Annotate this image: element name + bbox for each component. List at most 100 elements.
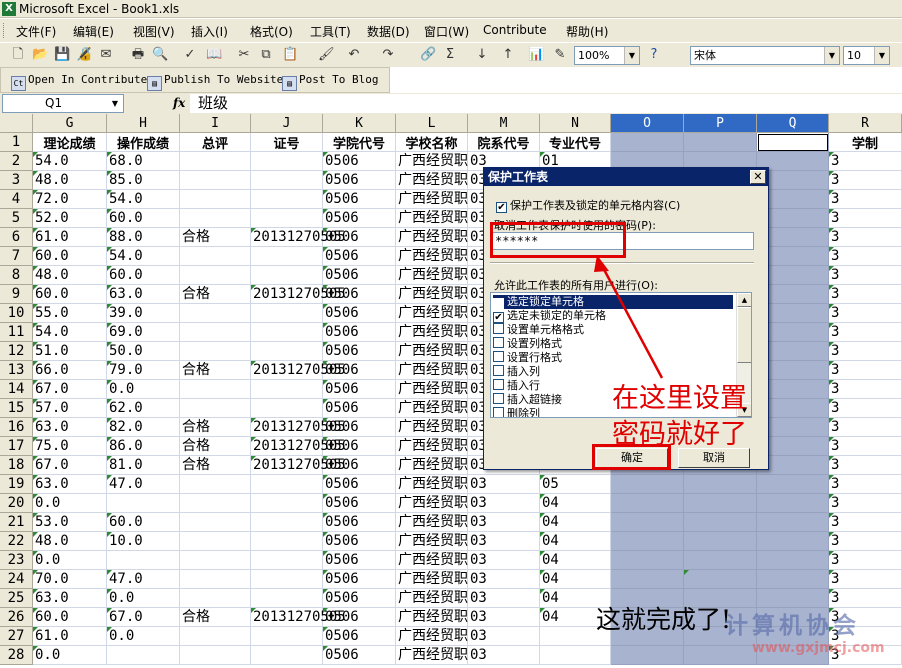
copy-icon[interactable]: ⧉	[258, 47, 274, 63]
table-cell[interactable]: 10.0	[107, 532, 180, 551]
table-cell[interactable]	[251, 209, 323, 228]
table-cell[interactable]: 0506	[323, 494, 396, 513]
column-header-g[interactable]: G	[33, 114, 107, 133]
table-cell[interactable]	[611, 513, 684, 532]
column-title-cell[interactable]	[611, 133, 684, 152]
table-cell[interactable]: 0506	[323, 171, 396, 190]
table-cell[interactable]	[180, 190, 251, 209]
table-cell[interactable]: 0.0	[33, 494, 107, 513]
chart-wizard-icon[interactable]: 📊	[528, 47, 544, 63]
column-header-p[interactable]: P	[684, 114, 757, 133]
table-cell[interactable]	[180, 646, 251, 665]
table-cell[interactable]: 20131270505	[251, 418, 346, 437]
table-cell[interactable]: 0506	[323, 361, 396, 380]
table-cell[interactable]: 广西经贸职	[396, 589, 468, 608]
table-cell[interactable]: 广西经贸职	[396, 342, 468, 361]
table-cell[interactable]	[107, 551, 180, 570]
redo-icon[interactable]: ↷	[380, 47, 396, 63]
table-cell[interactable]	[180, 304, 251, 323]
table-cell[interactable]: 79.0	[107, 361, 180, 380]
table-cell[interactable]: 0506	[323, 418, 396, 437]
table-cell[interactable]: 47.0	[107, 570, 180, 589]
table-cell[interactable]: 20131270505	[251, 228, 346, 247]
scroll-up-icon[interactable]: ▲	[737, 293, 751, 307]
table-cell[interactable]: 20131270505	[251, 437, 346, 456]
row-header[interactable]: 5	[0, 209, 33, 228]
table-cell[interactable]: 广西经贸职	[396, 190, 468, 209]
menu-edit[interactable]: 编辑(E)	[73, 23, 114, 40]
column-title-cell[interactable]	[684, 133, 757, 152]
table-cell[interactable]: 3	[829, 228, 902, 247]
checkbox-checked-icon[interactable]: ✔	[493, 298, 504, 309]
column-header-j[interactable]: J	[251, 114, 323, 133]
table-cell[interactable]	[180, 342, 251, 361]
table-cell[interactable]	[251, 171, 323, 190]
print-preview-icon[interactable]: 🔍	[152, 47, 168, 63]
table-cell[interactable]: 广西经贸职	[396, 418, 468, 437]
table-cell[interactable]	[180, 570, 251, 589]
table-cell[interactable]	[684, 532, 757, 551]
table-cell[interactable]: 04	[540, 513, 611, 532]
table-cell[interactable]	[107, 646, 180, 665]
row-header[interactable]: 19	[0, 475, 33, 494]
permission-item[interactable]: 插入列	[493, 365, 733, 379]
table-cell[interactable]	[180, 266, 251, 285]
table-cell[interactable]: 广西经贸职	[396, 456, 468, 475]
table-cell[interactable]: 0506	[323, 380, 396, 399]
table-cell[interactable]: 合格	[180, 361, 251, 380]
table-cell[interactable]: 03	[468, 494, 540, 513]
table-cell[interactable]: 3	[829, 209, 902, 228]
table-cell[interactable]: 0506	[323, 475, 396, 494]
row-header[interactable]: 1	[0, 133, 33, 152]
table-cell[interactable]: 3	[829, 494, 902, 513]
autosum-icon[interactable]: Σ	[442, 47, 458, 63]
table-cell[interactable]: 60.0	[33, 608, 107, 627]
table-cell[interactable]	[251, 513, 323, 532]
table-cell[interactable]: 61.0	[33, 627, 107, 646]
table-cell[interactable]	[251, 475, 323, 494]
menu-format[interactable]: 格式(O)	[250, 23, 293, 40]
row-header[interactable]: 10	[0, 304, 33, 323]
row-header[interactable]: 8	[0, 266, 33, 285]
column-header-q[interactable]: Q	[757, 114, 829, 133]
checkbox-icon[interactable]	[493, 337, 504, 348]
table-cell[interactable]	[251, 399, 323, 418]
table-cell[interactable]: 广西经贸职	[396, 266, 468, 285]
checkbox-checked-icon[interactable]: ✔	[496, 202, 507, 213]
table-cell[interactable]: 3	[829, 190, 902, 209]
permission-item[interactable]: ✔ 选定未锁定的单元格	[493, 309, 733, 323]
table-cell[interactable]: 48.0	[33, 266, 107, 285]
table-cell[interactable]: 广西经贸职	[396, 494, 468, 513]
open-in-contribute-button[interactable]: Ct Open In Contribute	[11, 73, 147, 91]
table-cell[interactable]: 3	[829, 285, 902, 304]
table-cell[interactable]: 0506	[323, 190, 396, 209]
table-cell[interactable]: 合格	[180, 437, 251, 456]
row-header[interactable]: 6	[0, 228, 33, 247]
permission-item[interactable]: ✔ 选定锁定单元格	[493, 295, 733, 309]
table-cell[interactable]: 3	[829, 399, 902, 418]
column-title-cell[interactable]: 操作成绩	[107, 133, 180, 152]
table-cell[interactable]: 0.0	[33, 646, 107, 665]
table-cell[interactable]: 0506	[323, 646, 396, 665]
table-cell[interactable]	[540, 646, 611, 665]
table-cell[interactable]: 0.0	[107, 589, 180, 608]
close-icon[interactable]: ✕	[750, 170, 766, 184]
table-cell[interactable]: 0.0	[107, 627, 180, 646]
row-header[interactable]: 22	[0, 532, 33, 551]
table-cell[interactable]: 3	[829, 551, 902, 570]
table-cell[interactable]	[251, 266, 323, 285]
spelling-icon[interactable]: ✓	[182, 47, 198, 63]
table-cell[interactable]: 3	[829, 380, 902, 399]
table-cell[interactable]	[251, 570, 323, 589]
table-cell[interactable]: 54.0	[33, 152, 107, 171]
table-cell[interactable]	[180, 171, 251, 190]
checkbox-icon[interactable]	[493, 323, 504, 334]
table-cell[interactable]	[180, 475, 251, 494]
table-cell[interactable]: 0506	[323, 152, 396, 171]
table-cell[interactable]: 04	[540, 532, 611, 551]
table-cell[interactable]: 0506	[323, 399, 396, 418]
table-cell[interactable]: 52.0	[33, 209, 107, 228]
table-cell[interactable]: 60.0	[33, 247, 107, 266]
table-cell[interactable]	[757, 532, 829, 551]
column-header-r[interactable]: R	[829, 114, 902, 133]
